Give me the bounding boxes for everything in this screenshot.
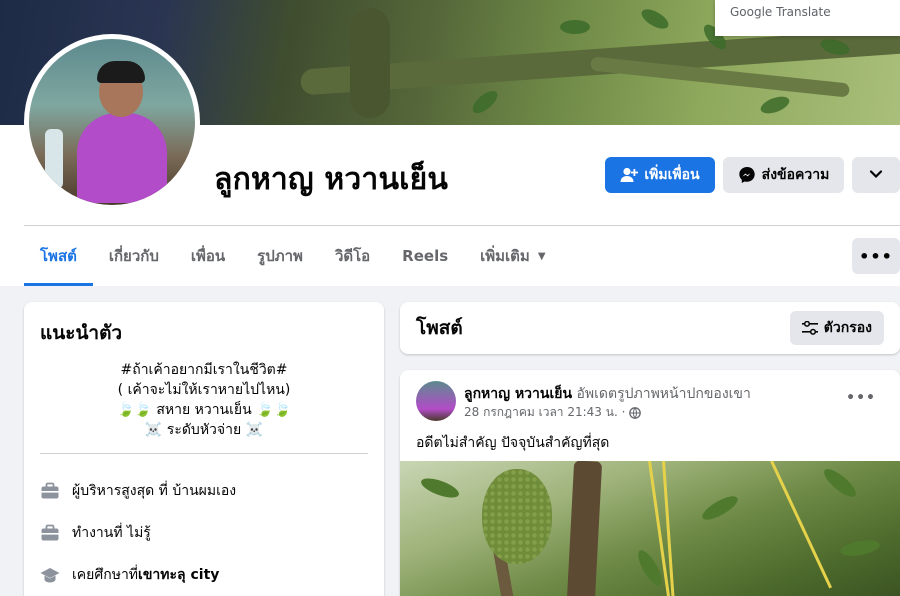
post-header-line: ลูกหาญ หวานเย็น อัพเดตรูปภาพหน้าปกของเขา [464, 383, 751, 405]
education-place[interactable]: เขาทะลุ city [138, 564, 219, 586]
tab-videos[interactable]: วิดีโอ [319, 226, 386, 286]
post-photo[interactable] [400, 461, 900, 596]
profile-avatar[interactable] [24, 34, 200, 210]
message-button[interactable]: ส่งข้อความ [723, 157, 844, 193]
education-row: เคยศึกษาที่ เขาทะลุ city [40, 554, 368, 596]
add-friend-label: เพิ่มเพื่อน [644, 167, 700, 183]
post-meta: 28 กรกฎาคม เวลา 21:43 น. · [464, 403, 642, 422]
profile-header: Google Translate ลูกหาญ หวานเย็น เพิ่มเพ… [0, 0, 900, 286]
post-timestamp[interactable]: 28 กรกฎาคม เวลา 21:43 น. · [464, 403, 625, 422]
briefcase-icon [40, 481, 60, 501]
ellipsis-icon: ••• [859, 246, 893, 266]
posts-title: โพสต์ [416, 317, 463, 339]
filter-sliders-icon [801, 321, 818, 335]
work-row: ทำงานที่ ไม่รู้ [40, 512, 368, 554]
posts-header-card: โพสต์ ตัวกรอง [400, 302, 900, 354]
education-prefix: เคยศึกษาที่ [72, 567, 139, 583]
bio-line: ☠️ ระดับหัวจ่าย ☠️ [144, 422, 264, 438]
intro-divider [40, 453, 368, 454]
globe-icon [629, 406, 642, 419]
add-friend-icon [620, 167, 639, 183]
bio-line: 🍃🍃 สหาย หวานเย็น 🍃🍃 [117, 402, 291, 418]
ellipsis-icon: ••• [846, 390, 876, 406]
filter-label: ตัวกรอง [823, 320, 872, 336]
tab-photos[interactable]: รูปภาพ [241, 226, 319, 286]
filter-button[interactable]: ตัวกรอง [789, 311, 884, 345]
bio-line: #ถ้าเค้าอยากมีเราในชีวิต# [120, 362, 288, 378]
graduation-cap-icon [40, 565, 60, 585]
post-author-avatar[interactable] [416, 381, 456, 421]
tab-posts[interactable]: โพสต์ [24, 226, 93, 286]
message-label: ส่งข้อความ [761, 167, 830, 183]
briefcase-icon [40, 523, 60, 543]
post-text: อดีตไม่สำคัญ ปัจจุบันสำคัญที่สุด [416, 435, 610, 451]
intro-bio: #ถ้าเค้าอยากมีเราในชีวิต# ( เค้าจะไม่ให้… [40, 360, 368, 440]
profile-options-dropdown[interactable] [852, 157, 900, 193]
tab-more[interactable]: เพิ่มเติม ▼ [464, 226, 561, 286]
tab-about[interactable]: เกี่ยวกับ [93, 226, 175, 286]
messenger-icon [738, 166, 756, 184]
profile-name: ลูกหาญ หวานเย็น [214, 162, 449, 197]
post-author-name[interactable]: ลูกหาญ หวานเย็น [464, 386, 572, 402]
work-text: ทำงานที่ ไม่รู้ [72, 525, 151, 541]
intro-card: แนะนำตัว #ถ้าเค้าอยากมีเราในชีวิต# ( เค้… [24, 302, 384, 596]
profile-tabs: โพสต์ เกี่ยวกับ เพื่อน รูปภาพ วิดีโอ Ree… [24, 226, 562, 286]
tab-friends[interactable]: เพื่อน [175, 226, 241, 286]
caret-down-icon: ▼ [537, 250, 546, 262]
chevron-down-icon [869, 167, 883, 183]
work-text: ผู้บริหารสูงสุด ที่ บ้านผมเอง [72, 483, 237, 499]
more-options-button[interactable]: ••• [852, 238, 900, 274]
post-action-text: อัพเดตรูปภาพหน้าปกของเขา [572, 386, 751, 402]
google-translate-badge[interactable]: Google Translate [715, 0, 900, 36]
add-friend-button[interactable]: เพิ่มเพื่อน [605, 157, 715, 193]
post-card: ลูกหาญ หวานเย็น อัพเดตรูปภาพหน้าปกของเขา… [400, 370, 900, 596]
work-row: ผู้บริหารสูงสุด ที่ บ้านผมเอง [40, 470, 368, 512]
bio-line: ( เค้าจะไม่ให้เราหายไปไหน) [117, 382, 291, 398]
post-options-button[interactable]: ••• [846, 390, 876, 406]
intro-title: แนะนำตัว [40, 322, 123, 344]
tab-reels[interactable]: Reels [386, 226, 464, 286]
